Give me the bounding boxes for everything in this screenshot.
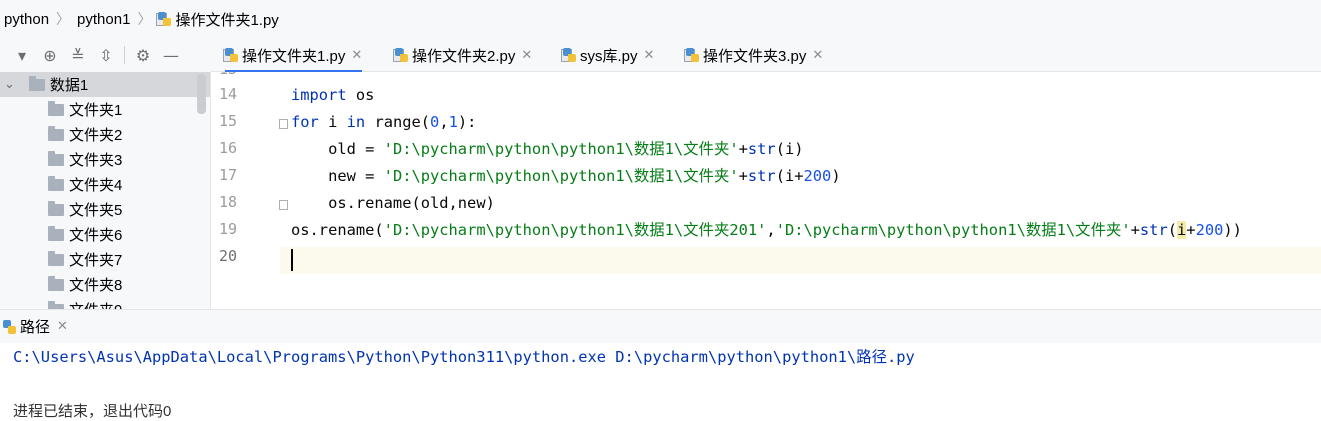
chevron-down-icon[interactable]: ⌄ (4, 77, 15, 92)
python-file-icon (3, 319, 16, 334)
folder-icon (48, 175, 64, 191)
code-line-16: old = 'D:\pycharm\python\python1\数据1\文件夹… (291, 140, 804, 158)
python-file-icon (223, 48, 238, 62)
tab-label: sys库.py (580, 47, 638, 65)
editor-tabs: 操作文件夹1.py ✕ 操作文件夹2.py ✕ sys库.py ✕ 操作文件夹3… (211, 38, 1321, 73)
python-file-icon (393, 48, 408, 62)
folder-icon (48, 125, 64, 141)
tree-item[interactable]: 文件夹5 (48, 197, 122, 222)
close-icon[interactable]: ✕ (521, 48, 532, 63)
close-icon[interactable]: ✕ (812, 48, 823, 63)
python-file-icon (156, 12, 172, 26)
code-line-15: for i in range(0,1): (291, 113, 477, 131)
close-icon[interactable]: ✕ (644, 48, 655, 63)
tree-item-label: 文件夹3 (69, 152, 123, 169)
code-line-19: os.rename('D:\pycharm\python\python1\数据1… (291, 221, 1242, 239)
folder-icon (48, 150, 64, 166)
text-caret (291, 249, 293, 271)
current-line-highlight (211, 247, 1321, 274)
code-line-17: new = 'D:\pycharm\python\python1\数据1\文件夹… (291, 167, 841, 185)
tree-item[interactable]: 文件夹4 (48, 172, 122, 197)
breadcrumb-label: python (4, 10, 50, 28)
breadcrumb: python 〉 python1 〉 操作文件夹1.py (0, 0, 1321, 38)
run-tab-label[interactable]: 路径 (20, 316, 50, 337)
tree-root-folder[interactable]: ⌄ 数据1 (0, 72, 210, 97)
folder-icon (48, 200, 64, 216)
fold-marker-icon[interactable] (279, 119, 288, 129)
toolbar-divider (124, 46, 125, 64)
breadcrumb-label: 操作文件夹1.py (175, 11, 279, 29)
tree-item-label: 文件夹9 (69, 299, 122, 309)
line-number: 14 (218, 85, 237, 103)
tab-label: 操作文件夹2.py (412, 47, 516, 65)
run-panel-header: 路径 ✕ (0, 309, 1321, 343)
line-number: 13 (211, 72, 237, 78)
gear-icon[interactable]: ⚙ (129, 46, 157, 65)
tree-item[interactable]: 文件夹1 (48, 97, 122, 122)
line-number: 15 (218, 112, 237, 130)
tab-label: 操作文件夹1.py (242, 47, 346, 65)
tree-item[interactable]: 文件夹9 (48, 297, 122, 309)
tree-item[interactable]: 文件夹8 (48, 272, 122, 297)
project-toolbar: ▾ ⊕ ≚ ⇳ ⚙ — (0, 38, 211, 72)
line-number: 16 (218, 139, 237, 157)
breadcrumb-label: python1 (77, 10, 131, 28)
tree-item-label: 文件夹7 (69, 252, 123, 269)
tree-item-label: 文件夹6 (69, 227, 123, 244)
expand-all-icon[interactable]: ≚ (64, 46, 92, 65)
line-number: 19 (218, 220, 237, 238)
tree-item-label: 文件夹2 (69, 127, 123, 144)
tab-file-1[interactable]: 操作文件夹1.py ✕ (223, 38, 363, 73)
folder-icon (48, 275, 64, 291)
chevron-down-icon[interactable]: ▾ (8, 46, 36, 65)
code-line-14: import os (291, 86, 375, 104)
tab-file-3[interactable]: 操作文件夹3.py ✕ (684, 38, 823, 72)
folder-icon (48, 100, 64, 116)
close-icon[interactable]: ✕ (351, 48, 362, 63)
collapse-all-icon[interactable]: ⇳ (92, 46, 120, 65)
run-console[interactable]: C:\Users\Asus\AppData\Local\Programs\Pyt… (0, 343, 1321, 420)
line-number: 17 (218, 166, 237, 184)
tree-item[interactable]: 文件夹2 (48, 122, 122, 147)
tab-sys[interactable]: sys库.py ✕ (561, 38, 655, 72)
tree-item-label: 文件夹8 (69, 277, 123, 294)
tree-root-label: 数据1 (49, 77, 89, 94)
folder-icon (48, 250, 64, 266)
python-file-icon (684, 48, 699, 62)
breadcrumb-item-python[interactable]: python (4, 11, 49, 28)
tab-label: 操作文件夹3.py (703, 47, 807, 65)
code-line-18: os.rename(old,new) (291, 194, 495, 212)
tree-scrollbar[interactable] (197, 74, 206, 114)
breadcrumb-item-python1[interactable]: python1 (77, 11, 130, 28)
minimize-icon[interactable]: — (157, 46, 185, 65)
tree-item-label: 文件夹1 (69, 102, 123, 119)
line-gutter (211, 72, 280, 309)
tree-item[interactable]: 文件夹7 (48, 247, 122, 272)
close-icon[interactable]: ✕ (57, 319, 68, 334)
line-number: 20 (218, 247, 237, 265)
breadcrumb-item-file[interactable]: 操作文件夹1.py (156, 9, 279, 30)
console-command-line: C:\Users\Asus\AppData\Local\Programs\Pyt… (13, 348, 915, 366)
line-number: 18 (218, 193, 237, 211)
tab-file-2[interactable]: 操作文件夹2.py ✕ (393, 38, 532, 72)
chevron-right-icon: 〉 (56, 11, 71, 27)
console-exit-line: 进程已结束，退出代码0 (13, 403, 172, 420)
tree-item-label: 文件夹4 (69, 177, 123, 194)
chevron-right-icon: 〉 (137, 11, 152, 27)
folder-icon (28, 75, 45, 91)
tree-item[interactable]: 文件夹3 (48, 147, 122, 172)
python-file-icon (561, 48, 576, 62)
folder-icon (48, 225, 64, 241)
tree-item[interactable]: 文件夹6 (48, 222, 122, 247)
target-icon[interactable]: ⊕ (36, 46, 64, 65)
tree-item-label: 文件夹5 (69, 202, 123, 219)
project-tree: ⌄ 数据1 文件夹1 文件夹2 文件夹3 文件夹4 文件夹5 文件夹6 文件夹7… (0, 72, 211, 309)
fold-end-icon[interactable] (279, 200, 288, 210)
code-editor[interactable]: 13 14 15 16 17 18 19 20 import os for i … (211, 72, 1321, 309)
